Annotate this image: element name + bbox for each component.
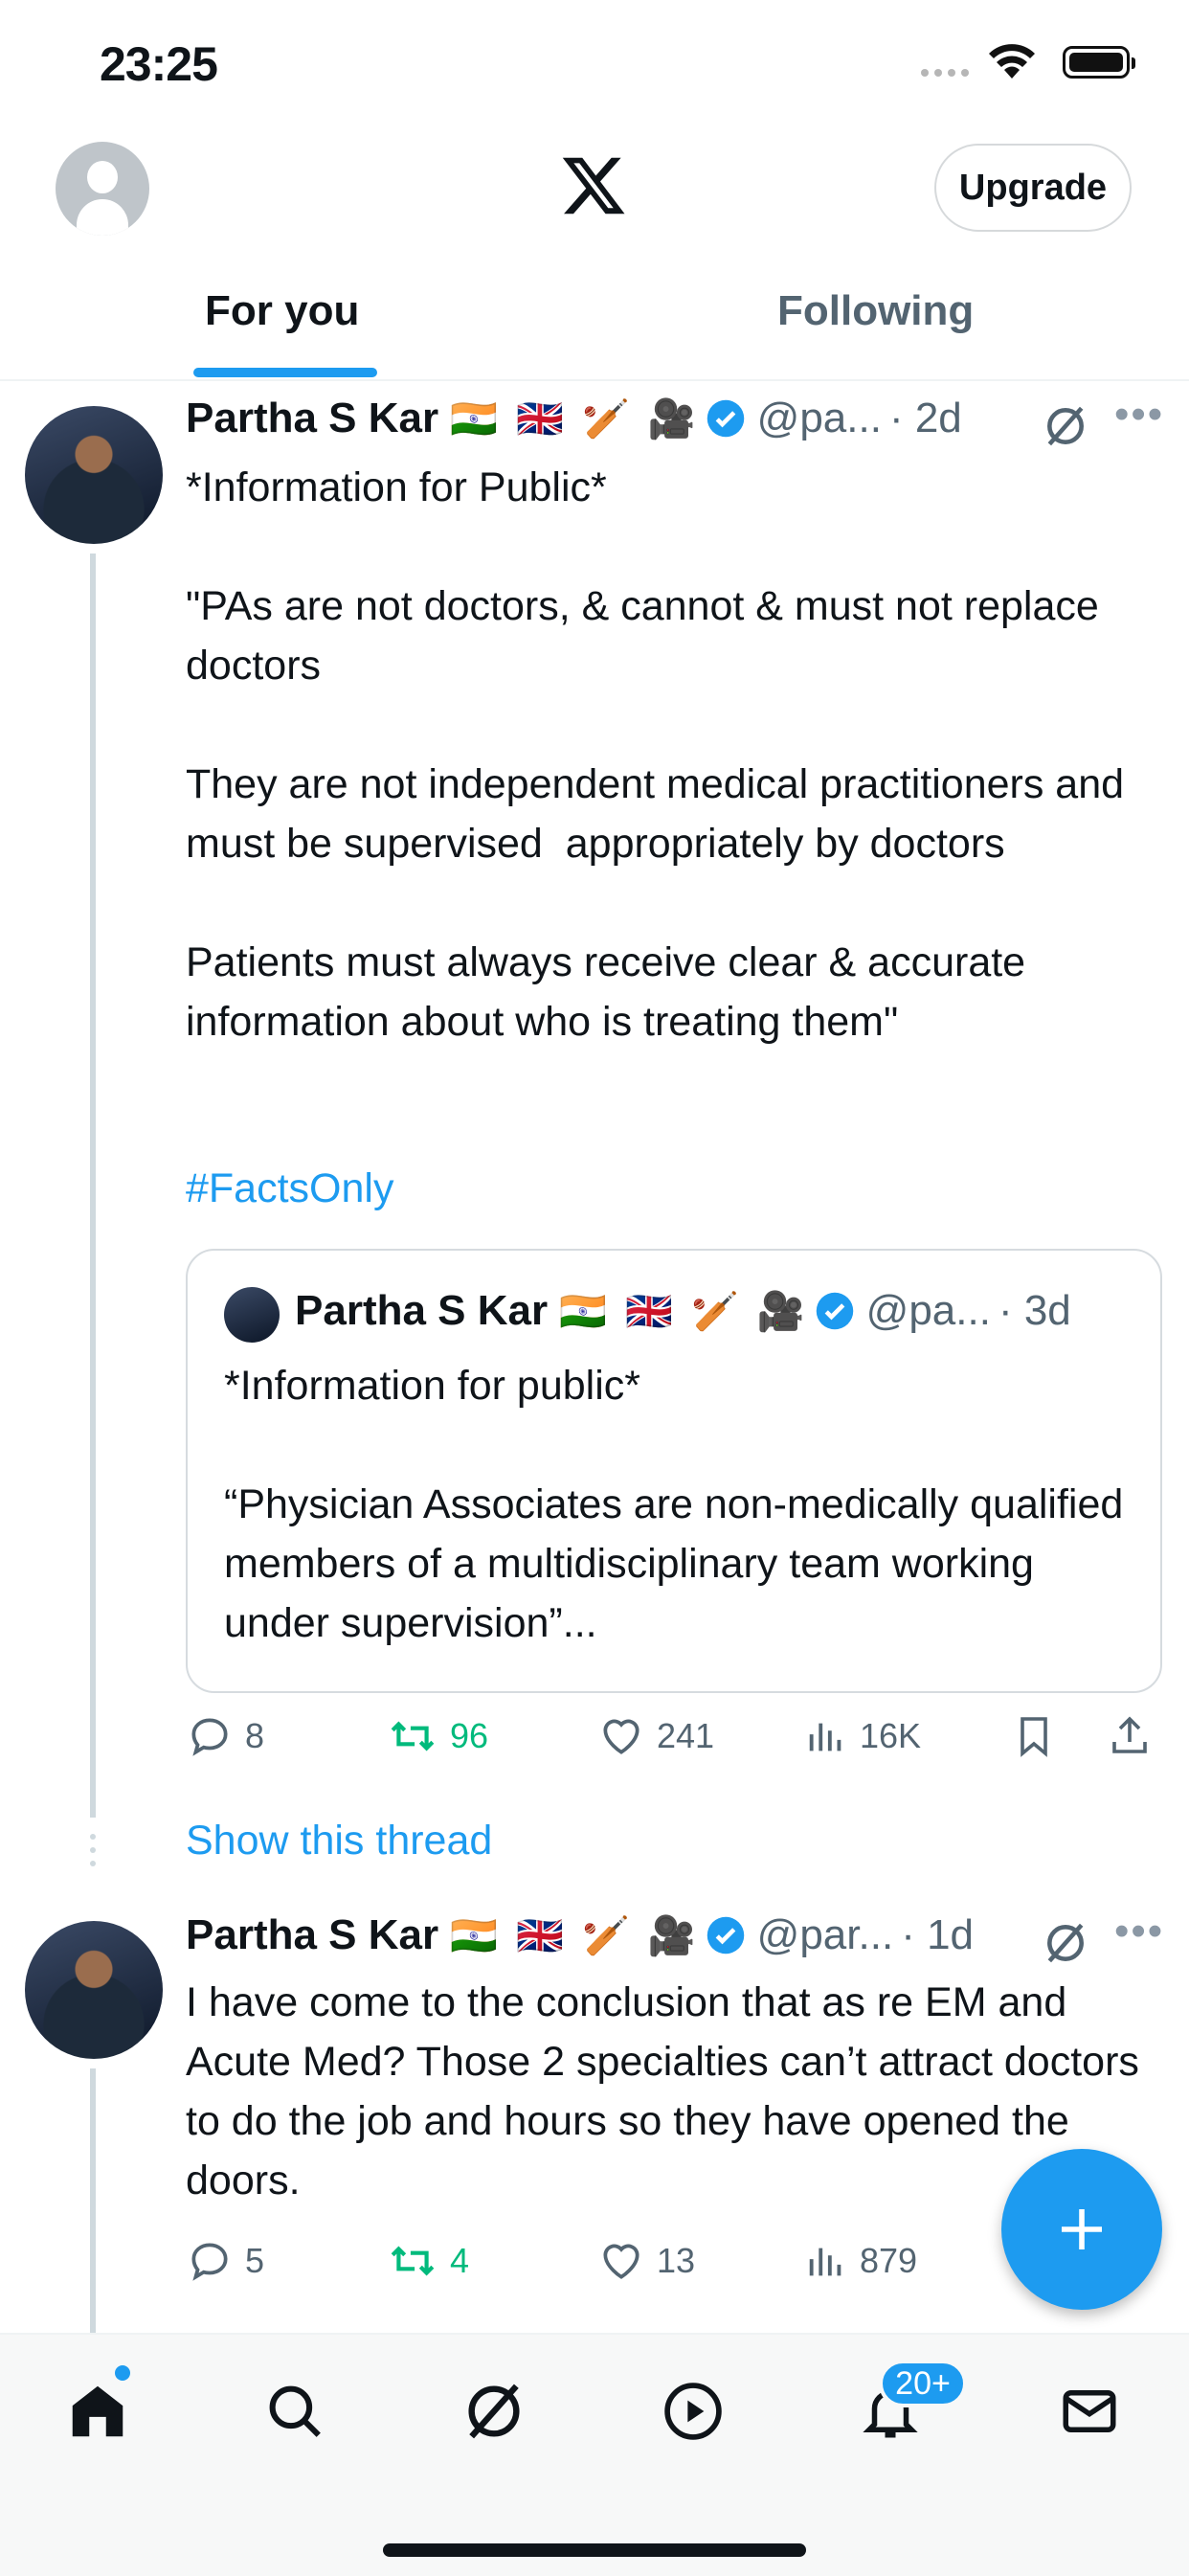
status-bar: 23:25: [0, 0, 1189, 134]
thread-dots: [90, 1834, 96, 1866]
post-time: · 2d: [888, 395, 962, 441]
post-time: · 1d: [901, 1911, 975, 1958]
author-handle[interactable]: @par...: [757, 1911, 894, 1959]
grok-icon[interactable]: [1042, 1919, 1089, 1967]
nav-video[interactable]: [655, 2373, 731, 2450]
heart-icon: [603, 1719, 639, 1754]
status-time: 23:25: [100, 37, 218, 91]
repost-icon: [391, 2246, 435, 2276]
show-thread-link[interactable]: Show this thread: [186, 1818, 492, 1864]
author-avatar[interactable]: [25, 406, 163, 544]
author-avatar[interactable]: [25, 1921, 163, 2059]
like-count: 241: [657, 1716, 715, 1755]
upgrade-button[interactable]: Upgrade: [934, 144, 1132, 232]
grok-icon[interactable]: [1042, 402, 1089, 450]
views-icon: [809, 2248, 841, 2276]
more-options-icon[interactable]: •••: [1114, 1908, 1164, 1955]
cellular-signal-icon: [921, 69, 969, 77]
verified-badge-icon: [707, 1916, 744, 1955]
hashtag-link[interactable]: #FactsOnly: [186, 1159, 1162, 1218]
quoted-post[interactable]: Partha S Kar 🇮🇳 🇬🇧 🏏 🎥 @pa... · 3d *Info…: [186, 1249, 1162, 1693]
quoted-post-text: *Information for public* “Physician Asso…: [224, 1363, 1124, 1646]
views-count: 879: [860, 2241, 918, 2280]
reply-button[interactable]: 5: [186, 2237, 264, 2285]
reply-icon: [191, 1718, 228, 1756]
nav-search[interactable]: [257, 2373, 333, 2450]
profile-avatar-button[interactable]: [56, 142, 149, 236]
quoted-post-time: · 3d: [998, 1287, 1071, 1334]
post-actions: 8 96 241 16K: [186, 1712, 1153, 1779]
bottom-navigation: 20+: [0, 2333, 1189, 2576]
x-logo-icon: [562, 157, 625, 215]
post-text: I have come to the conclusion that as re…: [186, 1979, 1151, 2203]
search-icon: [269, 2385, 321, 2437]
post[interactable]: Partha S Kar 🇮🇳 🇬🇧 🏏 🎥 @pa... · 2d ••• *…: [0, 379, 1189, 1883]
reply-count: 5: [245, 2241, 265, 2280]
home-indicator: [383, 2543, 806, 2557]
views-icon: [809, 1723, 841, 1751]
nav-messages[interactable]: [1051, 2373, 1128, 2450]
plus-icon: [1062, 2209, 1102, 2249]
author-handle[interactable]: @pa...: [757, 395, 882, 442]
battery-icon: [1063, 46, 1135, 79]
repost-count: 96: [450, 1716, 489, 1755]
repost-button[interactable]: 4: [387, 2237, 469, 2285]
home-new-indicator: [115, 2365, 130, 2381]
author-name[interactable]: Partha S Kar: [186, 1911, 438, 1959]
compose-button[interactable]: [1001, 2149, 1162, 2310]
bookmark-icon[interactable]: [1011, 1712, 1057, 1760]
notifications-badge: 20+: [879, 2360, 967, 2407]
app-header: Upgrade: [0, 134, 1189, 249]
reply-icon: [191, 2243, 228, 2281]
tab-for-you[interactable]: For you: [205, 287, 359, 335]
heart-icon: [603, 2244, 639, 2279]
nav-home[interactable]: [59, 2373, 136, 2450]
quoted-author-handle: @pa...: [865, 1287, 991, 1334]
timeline-tabs: For you Following: [0, 278, 1189, 381]
views-count: 16K: [860, 1716, 922, 1755]
reply-button[interactable]: 8: [186, 1712, 264, 1760]
verified-badge-icon: [707, 399, 744, 438]
views-button[interactable]: 879: [804, 2237, 917, 2285]
author-emojis: 🇮🇳 🇬🇧 🏏 🎥: [450, 1914, 700, 1957]
quoted-author-emojis: 🇮🇳 🇬🇧 🏏 🎥: [559, 1290, 809, 1333]
thread-line: [90, 554, 96, 1818]
reply-count: 8: [245, 1716, 265, 1755]
more-options-icon[interactable]: •••: [1114, 391, 1164, 439]
wifi-icon: [989, 44, 1035, 79]
post-text: *Information for Public* "PAs are not do…: [186, 464, 1125, 1045]
quoted-author-avatar: [224, 1287, 280, 1343]
active-tab-indicator: [193, 368, 377, 377]
like-button[interactable]: 13: [597, 2237, 695, 2285]
grok-icon: [468, 2384, 520, 2439]
repost-count: 4: [450, 2241, 470, 2280]
post-header: Partha S Kar 🇮🇳 🇬🇧 🏏 🎥 @pa... · 2d: [186, 395, 962, 442]
share-icon[interactable]: [1107, 1712, 1153, 1760]
quoted-post-header: Partha S Kar 🇮🇳 🇬🇧 🏏 🎥 @pa... · 3d: [295, 1287, 1071, 1335]
like-count: 13: [657, 2241, 696, 2280]
tab-following[interactable]: Following: [777, 287, 974, 335]
repost-button[interactable]: 96: [387, 1712, 488, 1760]
thread-line: [90, 2068, 96, 2333]
play-icon: [664, 2383, 722, 2440]
author-name[interactable]: Partha S Kar: [186, 395, 438, 442]
quoted-author-name: Partha S Kar: [295, 1287, 549, 1334]
views-button[interactable]: 16K: [804, 1712, 921, 1760]
post-header: Partha S Kar 🇮🇳 🇬🇧 🏏 🎥 @par... · 1d: [186, 1911, 974, 1959]
nav-grok[interactable]: [456, 2373, 532, 2450]
verified-badge-icon: [816, 1292, 853, 1330]
author-emojis: 🇮🇳 🇬🇧 🏏 🎥: [450, 397, 700, 441]
home-icon: [72, 2385, 123, 2437]
mail-icon: [1063, 2390, 1116, 2432]
repost-icon: [391, 1721, 435, 1751]
like-button[interactable]: 241: [597, 1712, 714, 1760]
